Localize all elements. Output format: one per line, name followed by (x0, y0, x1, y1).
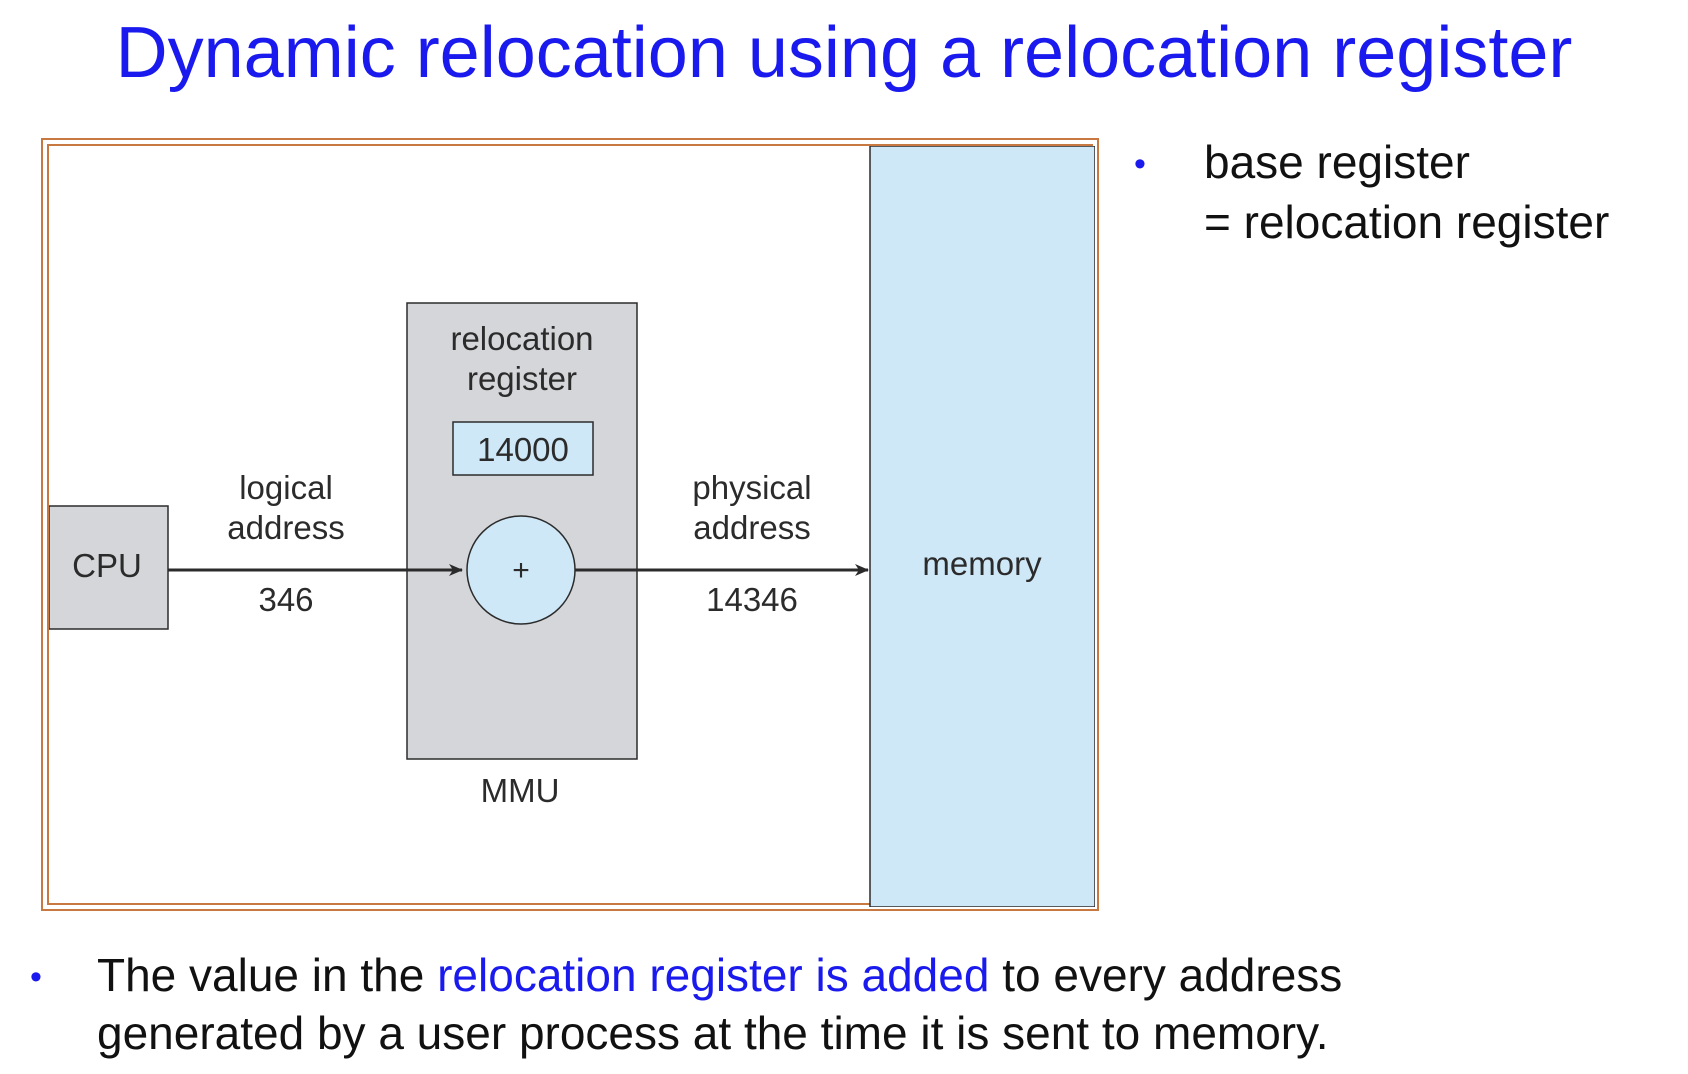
memory-block (869, 146, 1095, 907)
side-note-text: base register = relocation register (1204, 132, 1609, 252)
cpu-label: CPU (72, 547, 142, 584)
logical-address-value: 346 (258, 581, 313, 618)
logical-address-label-line1: logical (239, 469, 333, 506)
bottom-note-line1: The value in the relocation register is … (97, 946, 1342, 1004)
slide-title: Dynamic relocation using a relocation re… (115, 13, 1573, 93)
relocation-diagram: memory relocation register 14000 CPU log… (49, 146, 1095, 907)
bullet-dot-icon: • (1134, 145, 1146, 183)
bottom-note-line2: generated by a user process at the time … (97, 1007, 1329, 1059)
relocation-register-label-line2: register (467, 360, 577, 397)
relocation-register-value: 14000 (477, 431, 569, 468)
physical-address-label-line1: physical (692, 469, 811, 506)
bottom-note-text-before: The value in the (97, 949, 438, 1001)
physical-address-value: 14346 (706, 581, 798, 618)
bottom-note-text: The value in the relocation register is … (97, 946, 1342, 1062)
logical-address-label-line2: address (227, 509, 344, 546)
diagram-canvas: memory relocation register 14000 CPU log… (47, 144, 1095, 907)
memory-label: memory (922, 545, 1042, 582)
bullet-dot-icon: • (30, 958, 42, 996)
mmu-label: MMU (481, 772, 560, 809)
side-note-line1: base register (1204, 136, 1470, 188)
diagram-frame: memory relocation register 14000 CPU log… (41, 138, 1099, 911)
bottom-note-text-after: to every address (989, 949, 1343, 1001)
relocation-register-label-line1: relocation (450, 320, 593, 357)
side-note-line2: = relocation register (1204, 196, 1610, 248)
bottom-note-highlight: relocation register is added (437, 949, 990, 1001)
physical-address-label-line2: address (693, 509, 810, 546)
adder-plus-icon: + (512, 554, 530, 587)
